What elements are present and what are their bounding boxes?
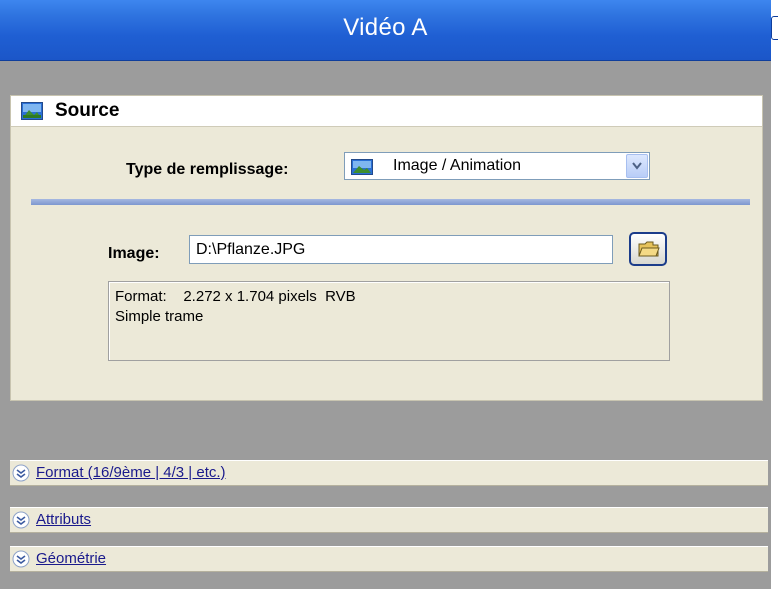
window-title: Vidéo A [343, 14, 428, 41]
source-header[interactable]: Source [11, 96, 762, 127]
expand-icon[interactable] [12, 550, 30, 573]
image-path-input[interactable] [189, 235, 613, 264]
image-info-box: Format: 2.272 x 1.704 pixels RVB Simple … [108, 281, 670, 361]
window-edge-button[interactable] [771, 16, 778, 40]
expand-icon[interactable] [12, 464, 30, 487]
section-geometrie-label[interactable]: Géométrie [36, 550, 106, 567]
source-title: Source [55, 100, 120, 121]
browse-folder-button[interactable] [629, 232, 667, 266]
workspace: Source Type de remplissage: Image / Anim… [0, 61, 771, 589]
fill-type-label: Type de remplissage: [126, 161, 289, 178]
picture-icon [21, 102, 43, 125]
source-panel: Source Type de remplissage: Image / Anim… [10, 95, 763, 401]
section-attributs-label[interactable]: Attributs [36, 511, 91, 528]
fill-type-value: Image / Animation [393, 157, 522, 174]
image-format-info: Format: 2.272 x 1.704 pixels RVB [115, 288, 356, 305]
image-label: Image: [108, 245, 160, 262]
section-format[interactable]: Format (16/9ème | 4/3 | etc.) [10, 460, 768, 486]
section-format-label[interactable]: Format (16/9ème | 4/3 | etc.) [36, 464, 226, 481]
section-geometrie[interactable]: Géométrie [10, 546, 768, 572]
expand-icon[interactable] [12, 511, 30, 534]
title-bar: Vidéo A [0, 0, 771, 61]
fill-type-select[interactable]: Image / Animation [344, 152, 650, 180]
chevron-down-icon[interactable] [626, 154, 648, 178]
picture-icon [351, 159, 373, 180]
separator [31, 199, 750, 205]
section-attributs[interactable]: Attributs [10, 507, 768, 533]
image-frame-info: Simple trame [115, 308, 204, 325]
